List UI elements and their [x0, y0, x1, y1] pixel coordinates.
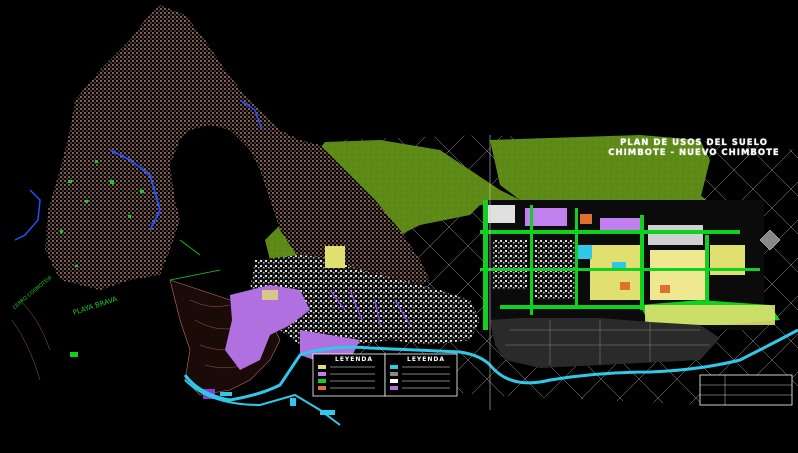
- title-block: [699, 374, 793, 406]
- map-title-line1: PLAN DE USOS DEL SUELO: [620, 138, 768, 148]
- map-title-line2: CHIMBOTE - NUEVO CHIMBOTE: [608, 148, 780, 158]
- green-marker: [70, 352, 78, 357]
- yellow-zone-1: [325, 246, 345, 268]
- cad-map-canvas: PLAN DE USOS DEL SUELO CHIMBOTE - NUEVO …: [0, 0, 798, 453]
- green-lines-west: [169, 239, 221, 281]
- land-use-map: [11, 5, 798, 426]
- legend-header-2: LEYENDA: [407, 356, 446, 363]
- gray-industrial-zone: [490, 318, 720, 368]
- coast-line-west: [14, 189, 41, 241]
- map-title: PLAN DE USOS DEL SUELO CHIMBOTE - NUEVO …: [606, 138, 782, 158]
- nuevo-chimbote-grid: [480, 200, 780, 330]
- yellow-zone-2: [262, 290, 278, 300]
- legend-header-1: LEYENDA: [335, 356, 374, 363]
